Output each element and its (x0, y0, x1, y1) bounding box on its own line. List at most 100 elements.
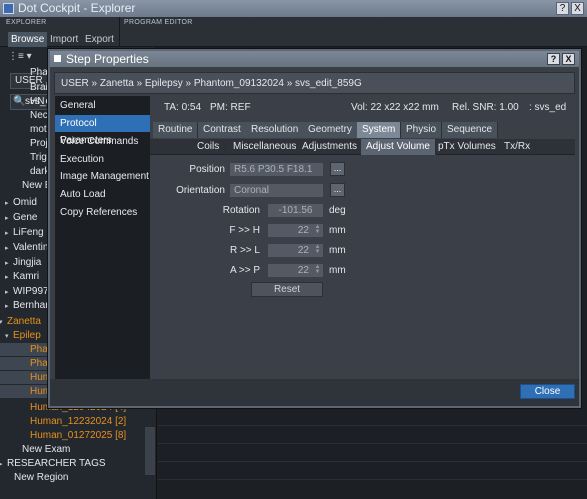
tab-adjust-volume[interactable]: Adjust Volume (361, 139, 436, 155)
dialog-close-x-button[interactable]: X (562, 53, 575, 65)
snr-value: Rel. SNR: 1.00 (452, 102, 519, 113)
ap-spinner[interactable]: ▲ ▼ (313, 264, 322, 276)
tree-item-label: Valentin (13, 242, 49, 253)
rotation-label: Rotation (222, 205, 260, 216)
program-editor-title: PROGRAM EDITOR (124, 19, 193, 26)
tree-item[interactable]: New Exam (0, 443, 145, 456)
tab-contrast[interactable]: Contrast (198, 122, 247, 138)
dialog-icon (54, 55, 61, 62)
window-title: Dot Cockpit - Explorer (18, 1, 136, 15)
layout-toggle-icon[interactable]: ⋮≡ ▾ (8, 50, 50, 64)
tab-resolution[interactable]: Resolution (246, 122, 305, 138)
ap-field[interactable]: 22 ▲ ▼ (267, 263, 324, 278)
dialog-footer: Close (50, 379, 579, 406)
tab-miscellaneous[interactable]: Miscellaneous (228, 139, 303, 155)
position-field[interactable]: R5.6 P30.5 F18.1 (229, 162, 324, 177)
tree-item-label: Proj (30, 138, 48, 149)
expand-arrow-icon[interactable]: ▸ (5, 286, 13, 299)
tab-coils[interactable]: Coils (192, 139, 226, 155)
tree-item-label: Epilep (13, 330, 41, 341)
tree-item-label: Human_12232024 [2] (30, 416, 127, 427)
tree-item-label: New Exam (22, 444, 71, 455)
expand-arrow-icon[interactable]: ▸ (5, 212, 13, 225)
orientation-label: Orientation (176, 185, 225, 196)
tab-adjustments[interactable]: Adjustments (297, 139, 364, 155)
tab-browse[interactable]: Browse (8, 32, 48, 47)
expand-arrow-icon[interactable]: ▸ (5, 300, 13, 313)
protocol-info-line: TA: 0:54 PM: REF Vol: 22 x22 x22 mm Rel.… (150, 96, 575, 120)
properties-nav: General Protocol Parameters Voice Comman… (55, 96, 150, 379)
fh-spinner[interactable]: ▲ ▼ (313, 224, 322, 236)
dialog-help-button[interactable]: ? (547, 53, 560, 65)
nav-execution[interactable]: Execution (55, 151, 150, 168)
tree-item-label: WIP997 (13, 286, 49, 297)
rl-spinner[interactable]: ▲ ▼ (313, 244, 322, 256)
tree-item-label: LiFeng (13, 227, 44, 238)
expand-arrow-icon[interactable]: ▸ (5, 257, 13, 270)
tree-item[interactable]: Human_01272025 [8] (0, 429, 145, 442)
tree-item[interactable]: New Region (0, 471, 145, 484)
position-more-button[interactable]: ... (330, 162, 345, 176)
tree-item-label: Gene (13, 212, 38, 223)
secondary-tabs: Coils Miscellaneous Adjustments Adjust V… (150, 139, 575, 155)
tab-sequence[interactable]: Sequence (442, 122, 499, 138)
position-label: Position (189, 164, 225, 175)
rl-label: R >> L (229, 245, 260, 256)
tree-item-label: Pha (30, 358, 48, 369)
tree-item-label: Trig (30, 152, 47, 163)
app-icon (3, 3, 14, 14)
tab-system[interactable]: System (357, 122, 402, 138)
vol-value: Vol: 22 x22 x22 mm (351, 102, 439, 113)
orientation-select[interactable]: Coronal (229, 183, 324, 198)
tab-routine[interactable]: Routine (153, 122, 199, 138)
tree-item-label: Zanetta (7, 316, 41, 327)
fh-value: 22 (297, 225, 309, 236)
window-titlebar: Dot Cockpit - Explorer ? X (0, 0, 587, 17)
tab-export[interactable]: Export (82, 32, 117, 47)
fh-label: F >> H (229, 225, 260, 236)
reset-button[interactable]: Reset (251, 282, 323, 297)
tree-item[interactable]: Human_12232024 [2] (0, 415, 145, 428)
collapse-arrow-icon[interactable]: ▾ (5, 330, 13, 343)
primary-tabs: Routine Contrast Resolution Geometry Sys… (150, 122, 575, 138)
close-window-button[interactable]: X (571, 2, 584, 15)
tree-item-label: Nec (30, 110, 48, 121)
tree-scrollbar[interactable] (145, 427, 155, 475)
ap-unit: mm (329, 265, 346, 276)
dialog-titlebar: Step Properties ? X (50, 51, 579, 67)
rl-field[interactable]: 22 ▲ ▼ (267, 243, 324, 258)
tree-item-label: Pha (30, 344, 48, 355)
rotation-field[interactable]: -101.56 (267, 203, 324, 218)
rl-value: 22 (297, 245, 309, 256)
nav-protocol-parameters[interactable]: Protocol Parameters (55, 115, 150, 146)
tree-item-label: Human_01272025 [8] (30, 430, 127, 441)
collapse-arrow-icon[interactable]: ▾ (0, 316, 7, 329)
fh-unit: mm (329, 225, 346, 236)
nav-copy-references[interactable]: Copy References (55, 204, 150, 221)
tab-txrx[interactable]: Tx/Rx (499, 139, 537, 155)
nav-voice-commands[interactable]: Voice Commands (55, 133, 150, 150)
expand-arrow-icon[interactable]: ▸ (5, 197, 13, 210)
tab-import[interactable]: Import (47, 32, 81, 47)
expand-arrow-icon[interactable]: ▸ (5, 242, 13, 255)
tab-ptx-volumes[interactable]: pTx Volumes (433, 139, 502, 155)
tree-item[interactable]: ▸ RESEARCHER TAGS (0, 457, 145, 470)
tree-item-label: Jingjia (13, 257, 42, 268)
help-button[interactable]: ? (556, 2, 569, 15)
tab-physio[interactable]: Physio (401, 122, 443, 138)
orientation-more-button[interactable]: ... (330, 183, 345, 197)
tab-geometry[interactable]: Geometry (303, 122, 358, 138)
expand-arrow-icon[interactable]: ▸ (5, 227, 13, 240)
panel-bar: EXPLORER PROGRAM EDITOR Browse Import Ex… (0, 17, 587, 47)
expand-arrow-icon[interactable]: ▸ (5, 271, 13, 284)
tree-item-label: Omid (13, 197, 37, 208)
breadcrumb: USER » Zanetta » Epilepsy » Phantom_0913… (54, 72, 575, 94)
fh-field[interactable]: 22 ▲ ▼ (267, 223, 324, 238)
nav-auto-load[interactable]: Auto Load (55, 186, 150, 203)
protocol-parameters-panel: TA: 0:54 PM: REF Vol: 22 x22 x22 mm Rel.… (150, 96, 575, 379)
ta-value: TA: 0:54 (164, 102, 202, 113)
nav-general[interactable]: General (55, 97, 150, 114)
expand-arrow-icon[interactable]: ▸ (0, 458, 7, 471)
nav-image-management[interactable]: Image Management (55, 168, 150, 185)
close-button[interactable]: Close (520, 384, 575, 399)
